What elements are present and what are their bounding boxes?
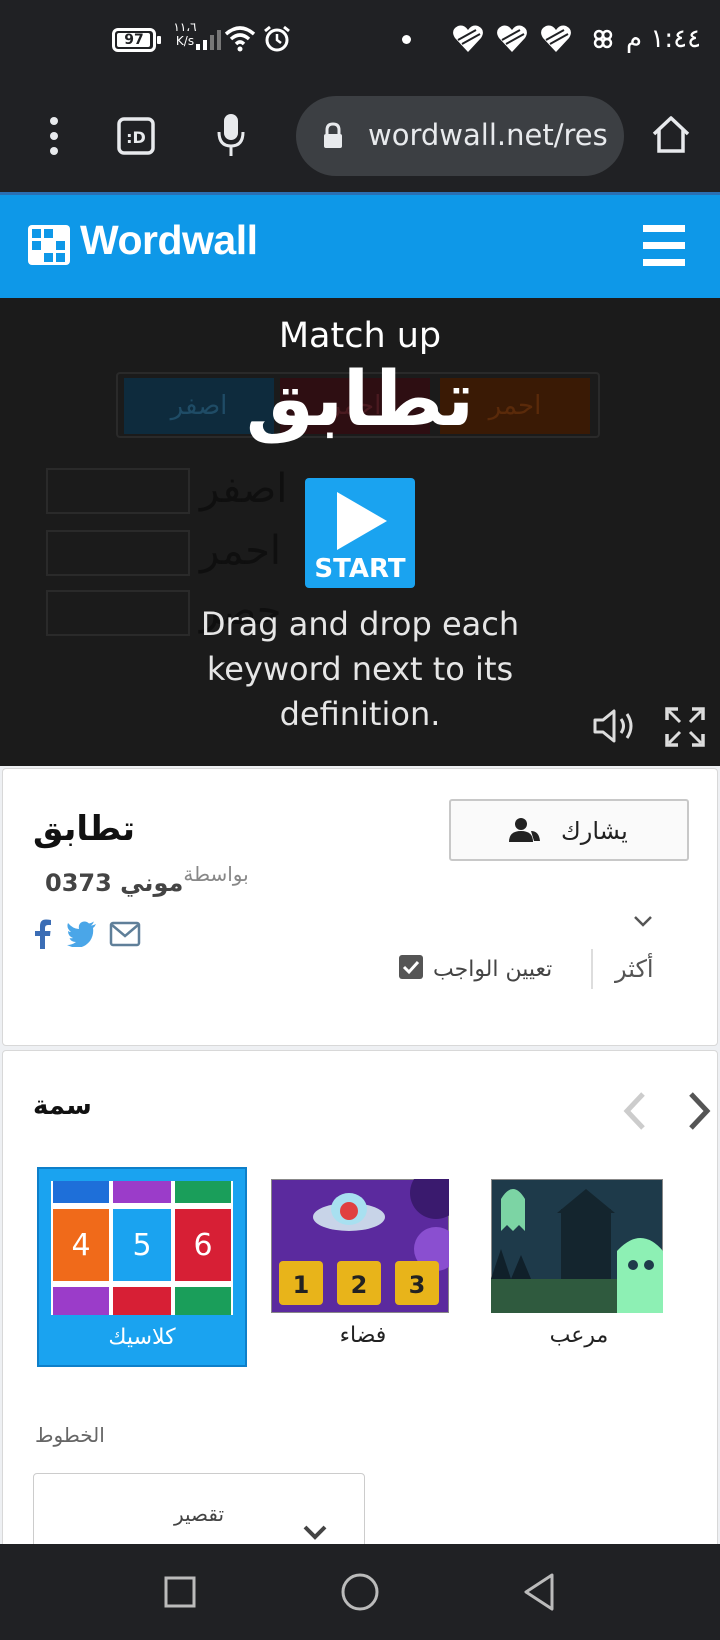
url-text[interactable]: wordwall.net/res <box>368 118 608 152</box>
font-select[interactable]: تقصير <box>33 1473 365 1553</box>
theme-label: مرعب <box>549 1323 609 1348</box>
space-theme-thumbnail: 1 2 3 <box>271 1179 449 1313</box>
classic-theme-thumbnail: 4 5 6 <box>51 1181 233 1315</box>
volume-icon[interactable] <box>592 708 638 744</box>
space-number: 2 <box>351 1271 368 1299</box>
author-byline: بواسطةموني 0373 <box>45 862 249 897</box>
start-label: START <box>314 554 406 584</box>
address-bar[interactable]: wordwall.net/res <box>296 96 624 176</box>
battery-level: 97 <box>124 32 144 48</box>
home-icon[interactable] <box>650 114 692 154</box>
theme-option-space[interactable]: 1 2 3 فضاء <box>271 1167 455 1367</box>
drop-slot <box>46 468 190 514</box>
tab-switcher-icon[interactable]: :D <box>116 116 156 156</box>
theme-option-classic[interactable]: 4 5 6 كلاسيك <box>37 1167 247 1367</box>
site-header: Wordwall <box>0 192 720 298</box>
game-title-ar: تطابق <box>245 354 475 443</box>
site-logo[interactable]: Wordwall <box>80 217 258 264</box>
space-number: 3 <box>409 1271 426 1299</box>
microphone-icon[interactable] <box>216 112 246 158</box>
notification-dot <box>402 35 411 44</box>
font-select-value: تقصير <box>173 1502 225 1526</box>
svg-text::D: :D <box>126 128 146 147</box>
email-icon[interactable] <box>109 921 141 947</box>
fullscreen-icon[interactable] <box>664 706 706 748</box>
clock: ١:٤٤ م <box>626 24 702 54</box>
classic-number: 6 <box>193 1228 212 1263</box>
lock-icon <box>324 122 342 148</box>
overflow-menu-icon[interactable] <box>48 116 60 156</box>
chevron-left-icon[interactable] <box>621 1091 649 1131</box>
twitter-icon[interactable] <box>67 921 97 947</box>
chevron-down-icon[interactable] <box>633 915 653 929</box>
share-users-icon <box>509 818 540 842</box>
game-instructions: Drag and drop each keyword next to its d… <box>200 605 520 733</box>
home-nav-icon[interactable] <box>340 1572 380 1612</box>
author-name[interactable]: موني 0373 <box>45 869 183 897</box>
chevron-right-icon[interactable] <box>687 1091 713 1131</box>
game-preview[interactable]: اصفر احمر احمر اصفر احمر حصر Match up تط… <box>0 298 720 766</box>
share-button[interactable]: يشارك <box>449 799 689 861</box>
share-label: يشارك <box>561 817 628 845</box>
theme-label: فضاء <box>339 1323 387 1348</box>
theme-card: سمة 4 5 6 كلاسيك 1 2 3 فضاء مرعب الخطوط … <box>2 1050 718 1553</box>
bg-row-label: احمر <box>200 528 282 574</box>
theme-label: كلاسيك <box>108 1325 176 1350</box>
heart-app-icon <box>497 25 527 52</box>
heart-app-icon <box>453 25 483 52</box>
play-icon <box>337 492 387 550</box>
game-title-en: Match up <box>278 316 442 356</box>
classic-number: 5 <box>132 1228 151 1263</box>
recents-icon[interactable] <box>164 1576 196 1608</box>
alarm-icon <box>264 25 290 52</box>
status-bar: 97 ١١،٦ K/s ١:٤٤ م <box>0 0 720 84</box>
activity-info-card: يشارك تطابق بواسطةموني 0373 أكثر تعيين ا… <box>2 768 718 1046</box>
divider <box>591 949 593 989</box>
activity-title: تطابق <box>33 809 136 849</box>
wordwall-logo-icon[interactable] <box>28 225 70 265</box>
checkmark-icon <box>402 960 420 975</box>
assign-checkbox[interactable] <box>399 955 423 979</box>
facebook-icon[interactable] <box>35 919 51 949</box>
theme-option-scary[interactable]: مرعب <box>491 1167 667 1367</box>
fonts-label: الخطوط <box>35 1423 105 1447</box>
space-number: 1 <box>293 1271 310 1299</box>
app-notification-icon <box>593 29 613 49</box>
heart-app-icon <box>541 25 571 52</box>
assign-homework-label[interactable]: تعيين الواجب <box>433 957 552 982</box>
theme-heading: سمة <box>33 1091 92 1121</box>
wifi-icon <box>224 26 256 52</box>
menu-icon[interactable] <box>643 225 685 267</box>
chevron-down-icon <box>303 1525 327 1540</box>
signal-icon <box>196 30 221 50</box>
classic-number: 4 <box>71 1228 90 1263</box>
byline-prefix: بواسطة <box>183 862 249 886</box>
scary-theme-thumbnail <box>491 1179 663 1313</box>
drop-slot <box>46 530 190 576</box>
more-button[interactable]: أكثر <box>615 955 654 983</box>
battery-icon: 97 <box>112 28 161 52</box>
back-icon[interactable] <box>522 1572 556 1612</box>
bg-row-label: اصفر <box>200 466 288 512</box>
system-nav-bar <box>0 1544 720 1640</box>
start-button[interactable]: START <box>305 478 415 588</box>
